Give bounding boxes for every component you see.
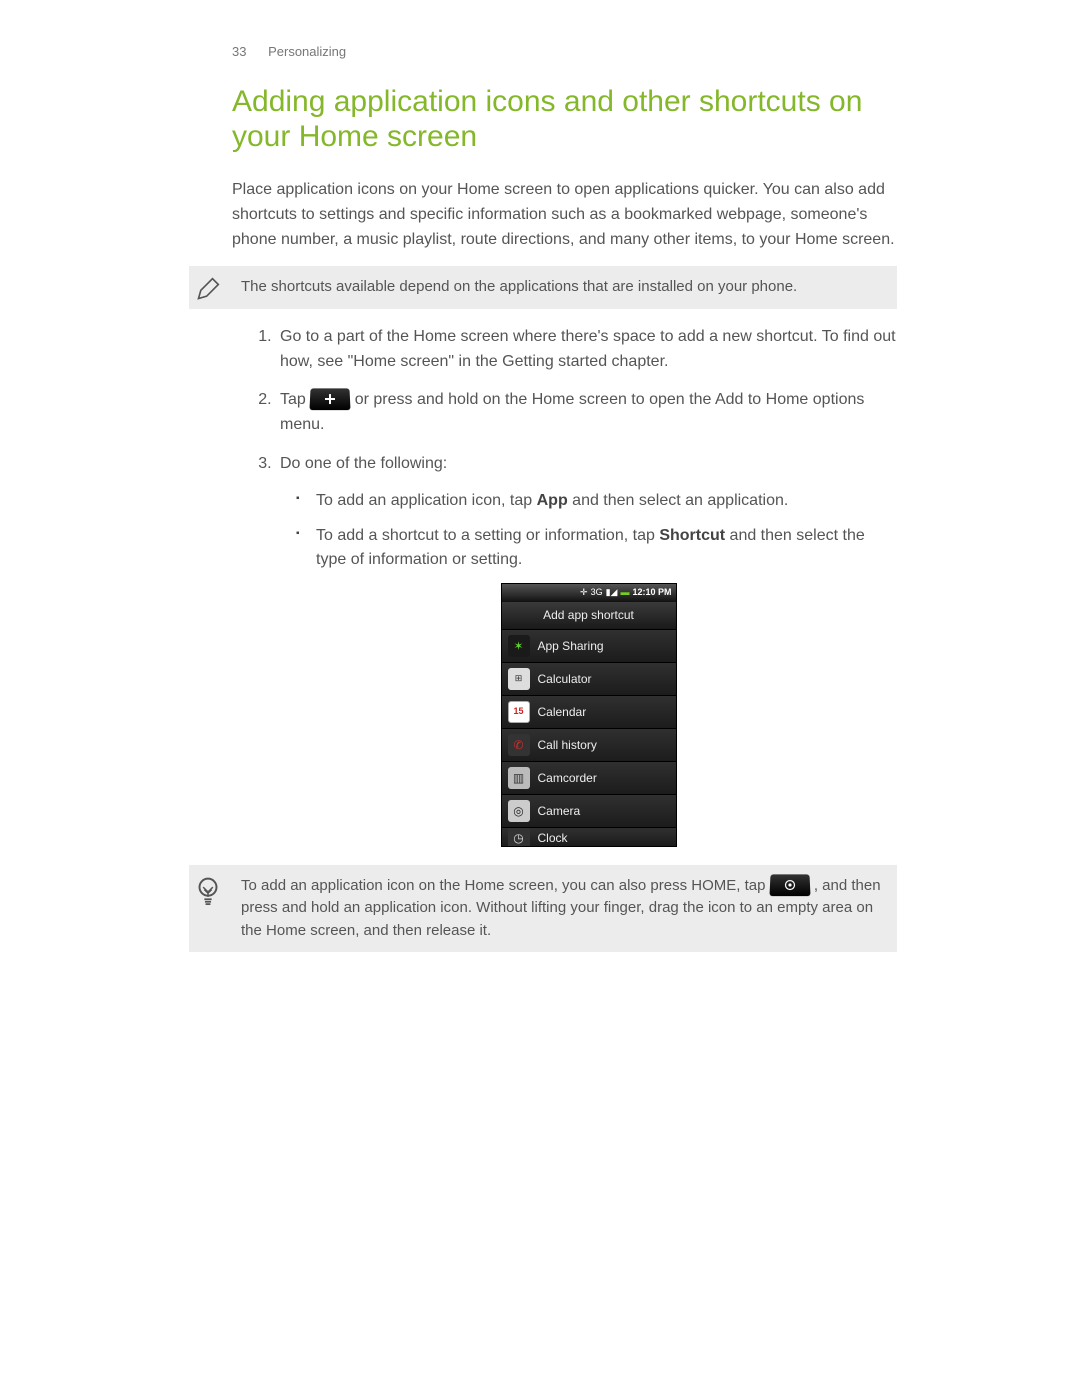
battery-icon: ▬	[620, 586, 629, 600]
gps-icon: ✛	[580, 586, 588, 600]
phone-frame: ✛ 3G ▮◢ ▬ 12:10 PM Add app shortcut ✶ Ap…	[501, 583, 677, 847]
app-row-app-sharing: ✶ App Sharing	[502, 630, 676, 663]
step-2-text-a: Tap	[280, 391, 310, 408]
camcorder-icon: ▥	[508, 767, 530, 789]
intro-paragraph: Place application icons on your Home scr…	[232, 178, 897, 252]
app-row-camera: ◎ Camera	[502, 795, 676, 828]
phone-screenshot: ✛ 3G ▮◢ ▬ 12:10 PM Add app shortcut ✶ Ap…	[280, 583, 897, 851]
apps-grid-button-icon	[769, 874, 810, 896]
app-label: Clock	[538, 829, 568, 846]
sub-bullet-list: To add an application icon, tap App and …	[316, 489, 897, 573]
pencil-icon	[193, 272, 225, 304]
clock-time: 12:10 PM	[632, 586, 671, 600]
app-label: App Sharing	[538, 637, 604, 656]
call-history-icon: ✆	[508, 734, 530, 756]
step-1: Go to a part of the Home screen where th…	[276, 325, 897, 375]
bullet-app-bold: App	[537, 492, 568, 509]
phone-list-title: Add app shortcut	[502, 602, 676, 630]
bullet-app-a: To add an application icon, tap	[316, 492, 537, 509]
section-name: Personalizing	[268, 44, 346, 59]
bullet-shortcut: To add a shortcut to a setting or inform…	[316, 524, 897, 574]
three-g-icon: 3G	[591, 586, 603, 600]
tip-text: To add an application icon on the Home s…	[241, 875, 881, 943]
app-label: Calculator	[538, 670, 592, 689]
bullet-app: To add an application icon, tap App and …	[316, 489, 897, 514]
tip-callout: To add an application icon on the Home s…	[189, 865, 897, 953]
note-text: The shortcuts available depend on the ap…	[241, 276, 881, 299]
clock-icon: ◷	[508, 828, 530, 846]
app-row-call-history: ✆ Call history	[502, 729, 676, 762]
main-heading: Adding application icons and other short…	[232, 85, 897, 154]
camera-icon: ◎	[508, 800, 530, 822]
step-2-text-b: or press and hold on the Home screen to …	[280, 391, 864, 433]
app-label: Call history	[538, 736, 597, 755]
calendar-icon: 15	[508, 701, 530, 723]
document-page: 33 Personalizing Adding application icon…	[232, 0, 897, 952]
step-1-text: Go to a part of the Home screen where th…	[280, 328, 896, 370]
bullet-app-b: and then select an application.	[568, 492, 789, 509]
step-2: Tap or press and hold on the Home screen…	[276, 388, 897, 438]
step-3: Do one of the following: To add an appli…	[276, 452, 897, 851]
app-label: Calendar	[538, 703, 587, 722]
plus-button-icon	[310, 389, 351, 411]
page-number: 33	[232, 44, 246, 59]
calculator-icon: ⊞	[508, 668, 530, 690]
tip-text-a: To add an application icon on the Home s…	[241, 877, 770, 894]
step-3-text: Do one of the following:	[280, 455, 447, 472]
app-row-clock: ◷ Clock	[502, 828, 676, 846]
app-row-calendar: 15 Calendar	[502, 696, 676, 729]
app-label: Camera	[538, 802, 581, 821]
app-row-camcorder: ▥ Camcorder	[502, 762, 676, 795]
app-row-calculator: ⊞ Calculator	[502, 663, 676, 696]
step-list: Go to a part of the Home screen where th…	[276, 325, 897, 851]
signal-icon: ▮◢	[606, 586, 618, 600]
app-sharing-icon: ✶	[508, 635, 530, 657]
bullet-shortcut-a: To add a shortcut to a setting or inform…	[316, 527, 659, 544]
bullet-shortcut-bold: Shortcut	[659, 527, 725, 544]
page-header: 33 Personalizing	[232, 44, 897, 59]
phone-statusbar: ✛ 3G ▮◢ ▬ 12:10 PM	[502, 584, 676, 602]
lightbulb-icon	[193, 875, 223, 913]
note-callout: The shortcuts available depend on the ap…	[189, 266, 897, 309]
app-label: Camcorder	[538, 769, 597, 788]
